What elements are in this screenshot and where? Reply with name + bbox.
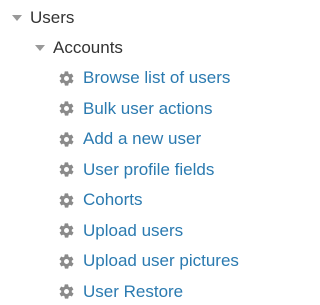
tree-node-label[interactable]: Users [30,8,74,28]
tree-item-label[interactable]: Cohorts [83,190,143,210]
gear-icon [58,161,75,178]
tree-item-label[interactable]: Bulk user actions [83,99,212,119]
tree-item-link[interactable]: User Restore [58,279,183,305]
tree-item-label[interactable]: User profile fields [83,160,214,180]
tree-item-label[interactable]: Upload user pictures [83,251,239,271]
tree-item-link[interactable]: User profile fields [58,157,214,183]
tree-item-link[interactable]: Upload user pictures [58,248,239,274]
tree-item-link[interactable]: Add a new user [58,126,201,152]
tree-node-accounts[interactable]: Accounts [35,35,123,61]
tree-item-label[interactable]: Browse list of users [83,68,230,88]
tree-item-label[interactable]: Add a new user [83,129,201,149]
tree-item-link[interactable]: Browse list of users [58,65,230,91]
caret-down-icon[interactable] [35,45,45,51]
gear-icon [58,131,75,148]
tree-item-label[interactable]: Upload users [83,221,183,241]
gear-icon [58,192,75,209]
gear-icon [58,70,75,87]
gear-icon [58,253,75,270]
caret-down-icon[interactable] [12,15,22,21]
gear-icon [58,222,75,239]
tree-item-link[interactable]: Bulk user actions [58,96,212,122]
tree-item-link[interactable]: Upload users [58,218,183,244]
tree-item-link[interactable]: Cohorts [58,187,143,213]
tree-node-label[interactable]: Accounts [53,38,123,58]
tree-node-users[interactable]: Users [12,5,74,31]
tree-item-label[interactable]: User Restore [83,282,183,302]
gear-icon [58,100,75,117]
gear-icon [58,283,75,300]
